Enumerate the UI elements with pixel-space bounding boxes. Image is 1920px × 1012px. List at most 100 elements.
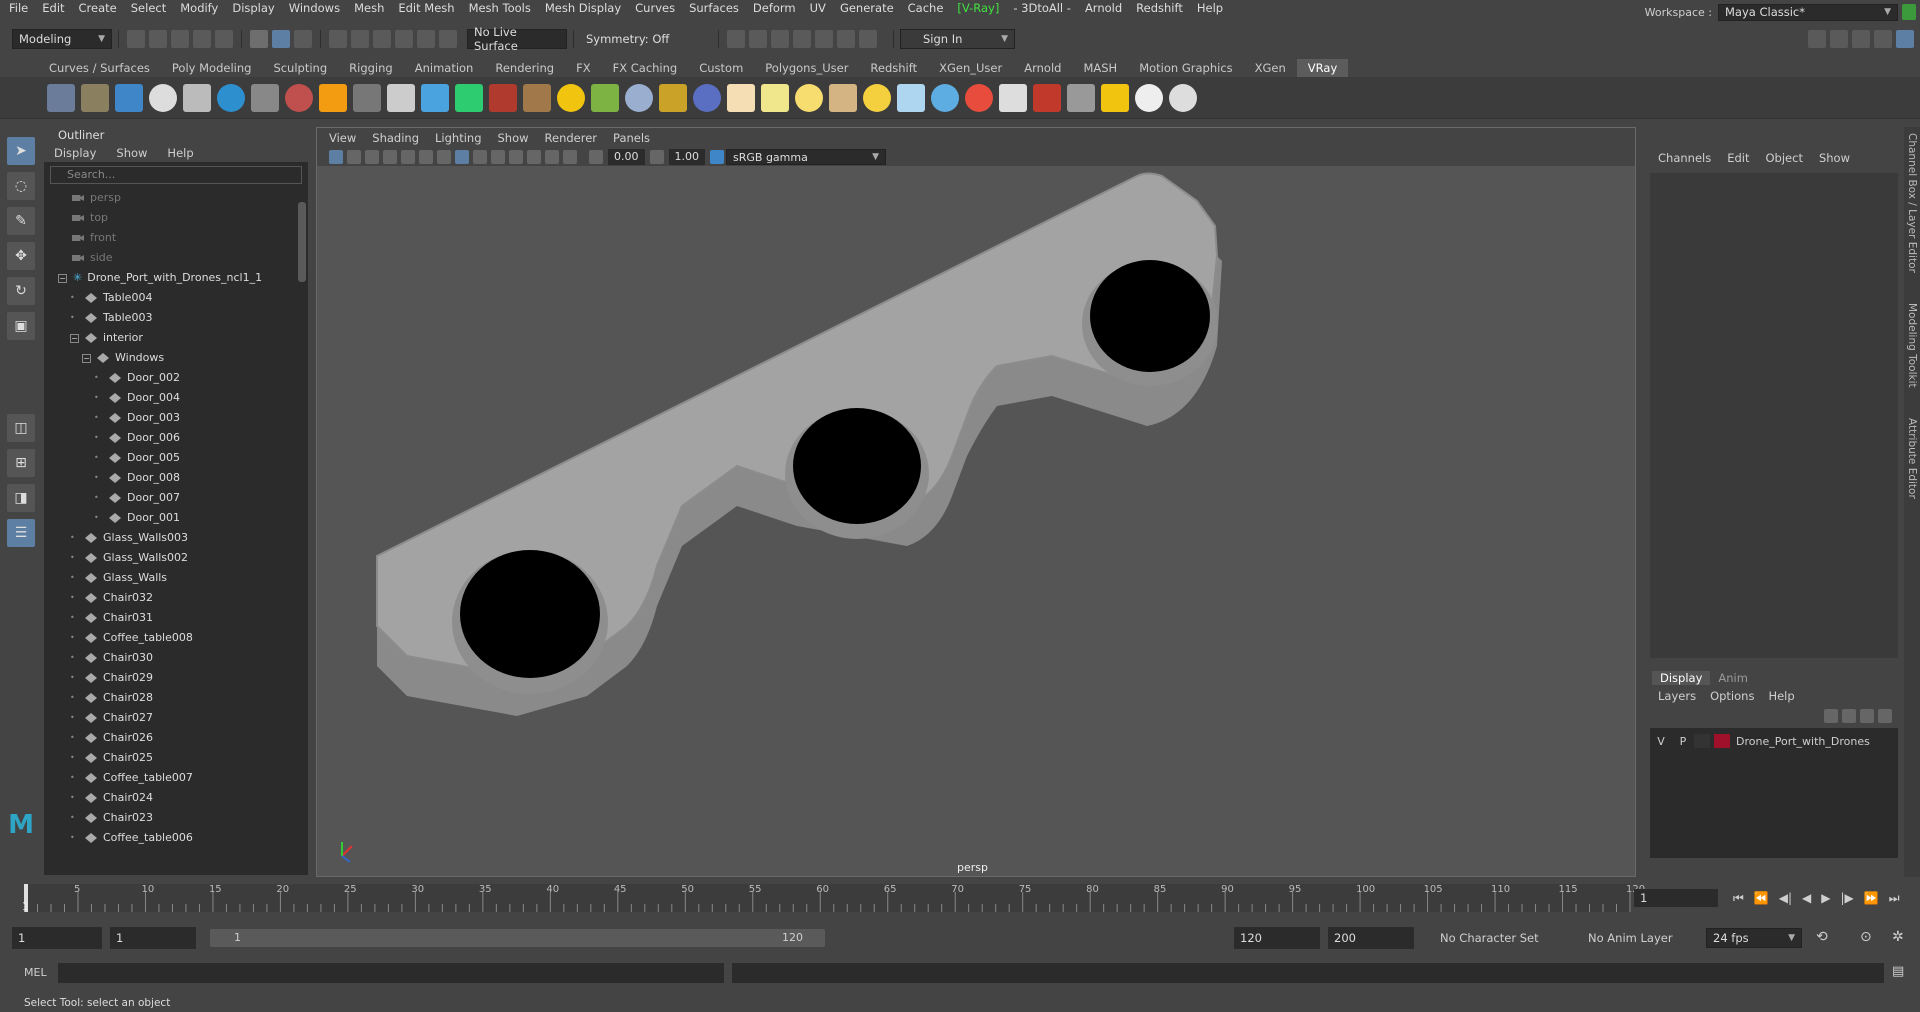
end-time-field[interactable]: 200 bbox=[1328, 927, 1414, 949]
channel-box-icon[interactable] bbox=[1896, 30, 1914, 48]
expand-toggle[interactable]: • bbox=[70, 828, 79, 848]
go-to-start-icon[interactable]: ⏮ bbox=[1733, 891, 1744, 906]
list-item[interactable]: • Chair030 bbox=[58, 648, 308, 668]
step-forward-frame-icon[interactable]: |▶ bbox=[1841, 891, 1854, 905]
viewport-menu-view[interactable]: View bbox=[321, 128, 364, 148]
lasso-tool-icon[interactable]: ◌ bbox=[7, 172, 35, 200]
expand-toggle[interactable]: • bbox=[70, 808, 79, 828]
go-to-end-icon[interactable]: ⏭ bbox=[1889, 891, 1900, 906]
auto-key-icon[interactable]: ⊙ bbox=[1860, 929, 1872, 945]
shelf-tab-rendering[interactable]: Rendering bbox=[484, 59, 565, 77]
expand-toggle[interactable]: • bbox=[70, 708, 79, 728]
vray-rect-light-icon[interactable] bbox=[897, 83, 925, 112]
step-back-key-icon[interactable]: ⏪ bbox=[1754, 891, 1769, 905]
layer-row[interactable]: V P Drone_Port_with_Drones bbox=[1650, 732, 1898, 750]
playback-start-field[interactable]: 1 bbox=[110, 927, 196, 949]
layer-menu-layers[interactable]: Layers bbox=[1658, 689, 1696, 703]
scale-tool-icon[interactable]: ▣ bbox=[7, 312, 35, 340]
vray-proxy-icon[interactable] bbox=[285, 83, 313, 112]
layer-menu-options[interactable]: Options bbox=[1710, 689, 1754, 703]
expand-toggle[interactable]: • bbox=[94, 488, 103, 508]
menu-item-uv[interactable]: UV bbox=[803, 0, 833, 17]
vray-camera-icon[interactable] bbox=[251, 83, 279, 112]
channel-box-menu-edit[interactable]: Edit bbox=[1719, 151, 1757, 171]
expand-toggle[interactable]: • bbox=[70, 608, 79, 628]
preferences-icon[interactable]: ✲ bbox=[1892, 929, 1904, 945]
list-item[interactable]: • Door_008 bbox=[58, 468, 308, 488]
menu-item-arnold[interactable]: Arnold bbox=[1078, 0, 1129, 17]
select-object-icon[interactable] bbox=[272, 30, 290, 48]
render-settings-icon[interactable] bbox=[793, 30, 811, 48]
vray-prism-icon[interactable] bbox=[455, 83, 483, 112]
vray-globe-icon[interactable] bbox=[693, 83, 721, 112]
sign-in-button[interactable]: Sign In ▼ bbox=[900, 29, 1015, 49]
vray-dome-grid-icon[interactable] bbox=[557, 83, 585, 112]
pause-icon[interactable] bbox=[859, 30, 877, 48]
layer-tab-anim[interactable]: Anim bbox=[1710, 671, 1756, 685]
snap-curve-icon[interactable] bbox=[351, 30, 369, 48]
list-item[interactable]: • Table003 bbox=[58, 308, 308, 328]
script-editor-icon[interactable]: ▤ bbox=[1892, 964, 1904, 979]
vray-sun-icon[interactable] bbox=[863, 83, 891, 112]
list-item[interactable]: • Coffee_table007 bbox=[58, 768, 308, 788]
list-item[interactable]: • Chair027 bbox=[58, 708, 308, 728]
list-item[interactable]: − ✳ Drone_Port_with_Drones_ncl1_1 bbox=[58, 268, 308, 288]
vray-sphere-icon[interactable] bbox=[217, 83, 245, 112]
anim-layer-dropdown[interactable]: No Anim Layer bbox=[1588, 931, 1673, 945]
collapse-toggle[interactable]: − bbox=[58, 273, 67, 283]
menu-item-cache[interactable]: Cache bbox=[901, 0, 951, 17]
list-item[interactable]: • Glass_Walls003 bbox=[58, 528, 308, 548]
expand-toggle[interactable]: • bbox=[70, 648, 79, 668]
vray-frame-buffer-icon[interactable] bbox=[115, 83, 143, 112]
list-item[interactable]: • Coffee_table006 bbox=[58, 828, 308, 848]
viewport-menu-shading[interactable]: Shading bbox=[364, 128, 427, 148]
list-item[interactable]: • Door_004 bbox=[58, 388, 308, 408]
ambient-occlusion-icon[interactable] bbox=[527, 150, 541, 164]
expand-toggle[interactable]: • bbox=[94, 468, 103, 488]
snap-surface-icon[interactable] bbox=[417, 30, 435, 48]
vray-spot-light-icon[interactable] bbox=[829, 83, 857, 112]
list-item[interactable]: • Chair031 bbox=[58, 608, 308, 628]
shelf-tab-xgen-user[interactable]: XGen_User bbox=[928, 59, 1013, 77]
tool-settings-icon[interactable] bbox=[1874, 30, 1892, 48]
character-set-dropdown[interactable]: No Character Set bbox=[1440, 931, 1539, 945]
undo-icon[interactable] bbox=[193, 30, 211, 48]
outliner-menu-help[interactable]: Help bbox=[157, 144, 203, 162]
vray-ies-light-icon[interactable] bbox=[761, 83, 789, 112]
expand-toggle[interactable]: • bbox=[70, 548, 79, 568]
expand-toggle[interactable]: • bbox=[70, 668, 79, 688]
menu-item-mesh-display[interactable]: Mesh Display bbox=[538, 0, 628, 17]
shelf-tab-motion-graphics[interactable]: Motion Graphics bbox=[1128, 59, 1243, 77]
vray-mesh-light-icon[interactable] bbox=[931, 83, 959, 112]
layer-type-box[interactable] bbox=[1694, 734, 1710, 748]
vray-light-bulb-icon[interactable] bbox=[1101, 83, 1129, 112]
camera-attributes-icon[interactable] bbox=[329, 150, 343, 164]
symmetry-dropdown[interactable]: Symmetry: Off bbox=[580, 29, 690, 49]
new-layer-selected-icon[interactable] bbox=[1878, 709, 1892, 723]
time-slider[interactable]: 5 10 15 20 25 30 35 40 45 50 55 60 65 70 75 80 85 90 95 100… bbox=[0, 880, 1920, 916]
vray-logo-icon[interactable] bbox=[149, 83, 177, 112]
list-item[interactable]: • Chair026 bbox=[58, 728, 308, 748]
snap-point-icon[interactable] bbox=[373, 30, 391, 48]
playback-end-field[interactable]: 120 bbox=[1234, 927, 1320, 949]
select-tool-icon[interactable]: ➤ bbox=[7, 137, 35, 165]
expand-toggle[interactable]: • bbox=[70, 568, 79, 588]
render-frame-icon[interactable] bbox=[727, 30, 745, 48]
color-management-icon[interactable] bbox=[710, 150, 724, 164]
menu-item--3dtoall-[interactable]: - 3DtoAll - bbox=[1006, 0, 1078, 17]
channel-box-menu-object[interactable]: Object bbox=[1758, 151, 1811, 171]
menu-item-create[interactable]: Create bbox=[72, 0, 124, 17]
shelf-tab-rigging[interactable]: Rigging bbox=[338, 59, 404, 77]
menu-item-generate[interactable]: Generate bbox=[833, 0, 901, 17]
expand-toggle[interactable]: • bbox=[94, 428, 103, 448]
shelf-tab-animation[interactable]: Animation bbox=[404, 59, 485, 77]
shadows-icon[interactable] bbox=[509, 150, 523, 164]
bookmark-icon[interactable] bbox=[347, 150, 361, 164]
select-hierarchy-icon[interactable] bbox=[250, 30, 268, 48]
expand-toggle[interactable]: • bbox=[94, 508, 103, 528]
viewport-menu-renderer[interactable]: Renderer bbox=[537, 128, 606, 148]
shelf-tab-mash[interactable]: MASH bbox=[1072, 59, 1128, 77]
expand-toggle[interactable]: • bbox=[70, 308, 79, 328]
vray-cloud-icon[interactable] bbox=[1135, 83, 1163, 112]
attribute-editor-icon[interactable] bbox=[1852, 30, 1870, 48]
